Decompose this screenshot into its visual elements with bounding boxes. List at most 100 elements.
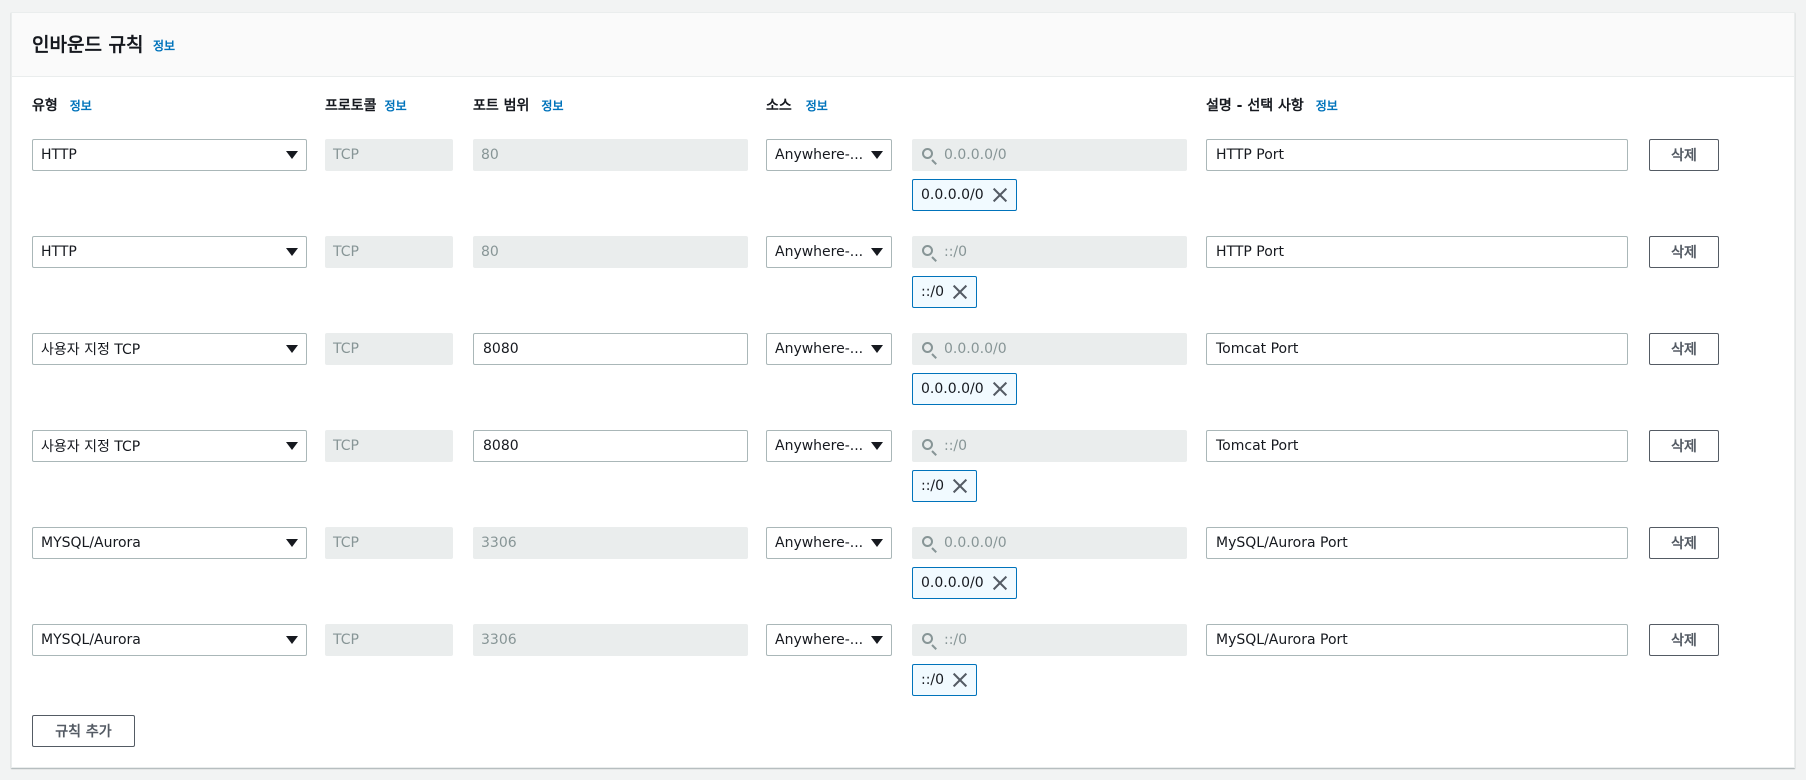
cidr-token-label: 0.0.0.0/0: [921, 575, 984, 591]
caret-down-icon: [286, 248, 298, 256]
description-value: MySQL/Aurora Port: [1216, 535, 1348, 551]
protocol-value: TCP: [333, 341, 359, 357]
port-range-input: 80: [473, 139, 748, 171]
rule-row: 사용자 지정 TCP TCP 8080 Anywhere-... ::/0 ::…: [12, 430, 1794, 527]
port-range-value: 3306: [481, 535, 517, 551]
source-select[interactable]: Anywhere-...: [766, 333, 892, 365]
rule-type-value: HTTP: [41, 147, 77, 163]
caret-down-icon: [871, 442, 883, 450]
column-header-protocol: 프로토콜 정보: [325, 93, 407, 117]
description-value: Tomcat Port: [1216, 341, 1299, 357]
cidr-search-input[interactable]: ::/0: [912, 624, 1187, 656]
rule-row: MYSQL/Aurora TCP 3306 Anywhere-... ::/0 …: [12, 624, 1794, 721]
cidr-token-label: 0.0.0.0/0: [921, 381, 984, 397]
cidr-token-label: 0.0.0.0/0: [921, 187, 984, 203]
add-rule-button[interactable]: 규칙 추가: [32, 715, 135, 747]
column-header-source: 소스 정보: [766, 93, 828, 117]
caret-down-icon: [871, 248, 883, 256]
description-input[interactable]: HTTP Port: [1206, 236, 1628, 268]
rule-type-select[interactable]: HTTP: [32, 139, 307, 171]
rule-type-value: 사용자 지정 TCP: [41, 439, 141, 455]
cidr-token: ::/0: [912, 276, 978, 308]
port-range-input[interactable]: 8080: [473, 430, 748, 462]
rule-type-select[interactable]: 사용자 지정 TCP: [32, 430, 307, 462]
close-icon[interactable]: [952, 284, 968, 300]
protocol-value: TCP: [333, 632, 359, 648]
description-value: HTTP Port: [1216, 147, 1285, 163]
cidr-token: 0.0.0.0/0: [912, 179, 1017, 211]
description-input[interactable]: MySQL/Aurora Port: [1206, 624, 1628, 656]
protocol-field: TCP: [325, 430, 453, 462]
search-icon: [922, 342, 933, 353]
rule-type-value: 사용자 지정 TCP: [41, 342, 141, 358]
column-label-protocol: 프로토콜: [325, 98, 377, 114]
cidr-search-input[interactable]: ::/0: [912, 430, 1187, 462]
description-input[interactable]: MySQL/Aurora Port: [1206, 527, 1628, 559]
cidr-search-placeholder: 0.0.0.0/0: [944, 147, 1007, 163]
cidr-search-placeholder: 0.0.0.0/0: [944, 535, 1007, 551]
source-select[interactable]: Anywhere-...: [766, 527, 892, 559]
rule-type-select[interactable]: MYSQL/Aurora: [32, 624, 307, 656]
protocol-field: TCP: [325, 624, 453, 656]
close-icon[interactable]: [992, 187, 1008, 203]
column-label-source: 소스: [766, 98, 792, 114]
protocol-value: TCP: [333, 438, 359, 454]
protocol-value: TCP: [333, 535, 359, 551]
delete-rule-button[interactable]: 삭제: [1649, 236, 1719, 268]
search-icon: [922, 148, 933, 159]
port-range-value: 80: [481, 147, 499, 163]
protocol-value: TCP: [333, 147, 359, 163]
protocol-field: TCP: [325, 527, 453, 559]
column-header-description: 설명 - 선택 사항 정보: [1206, 93, 1338, 117]
cidr-search-placeholder: ::/0: [944, 632, 968, 648]
protocol-info-link[interactable]: 정보: [385, 97, 407, 114]
protocol-field: TCP: [325, 333, 453, 365]
cidr-search-input[interactable]: 0.0.0.0/0: [912, 139, 1187, 171]
port-range-value: 8080: [483, 341, 519, 357]
delete-rule-button[interactable]: 삭제: [1649, 139, 1719, 171]
close-icon[interactable]: [952, 672, 968, 688]
type-info-link[interactable]: 정보: [70, 97, 92, 114]
description-input[interactable]: Tomcat Port: [1206, 430, 1628, 462]
rule-type-select[interactable]: 사용자 지정 TCP: [32, 333, 307, 365]
rule-row: HTTP TCP 80 Anywhere-... ::/0 ::/0 HTTP …: [12, 236, 1794, 333]
delete-rule-button[interactable]: 삭제: [1649, 624, 1719, 656]
description-input[interactable]: Tomcat Port: [1206, 333, 1628, 365]
column-label-description: 설명 - 선택 사항: [1206, 98, 1304, 114]
search-icon: [922, 633, 933, 644]
cidr-search-input[interactable]: 0.0.0.0/0: [912, 527, 1187, 559]
delete-rule-button[interactable]: 삭제: [1649, 527, 1719, 559]
delete-rule-button[interactable]: 삭제: [1649, 333, 1719, 365]
panel-info-link[interactable]: 정보: [153, 37, 175, 54]
cidr-search-input[interactable]: 0.0.0.0/0: [912, 333, 1187, 365]
column-header-port-range: 포트 범위 정보: [473, 93, 564, 117]
source-info-link[interactable]: 정보: [806, 97, 828, 114]
port-range-info-link[interactable]: 정보: [541, 97, 563, 114]
source-select[interactable]: Anywhere-...: [766, 236, 892, 268]
close-icon[interactable]: [992, 381, 1008, 397]
description-input[interactable]: HTTP Port: [1206, 139, 1628, 171]
column-label-type: 유형: [32, 98, 58, 114]
caret-down-icon: [286, 539, 298, 547]
cidr-search-input[interactable]: ::/0: [912, 236, 1187, 268]
close-icon[interactable]: [992, 575, 1008, 591]
source-select[interactable]: Anywhere-...: [766, 139, 892, 171]
port-range-input: 3306: [473, 527, 748, 559]
cidr-token: ::/0: [912, 664, 978, 696]
description-info-link[interactable]: 정보: [1316, 97, 1338, 114]
source-select[interactable]: Anywhere-...: [766, 624, 892, 656]
source-select[interactable]: Anywhere-...: [766, 430, 892, 462]
panel-title: 인바운드 규칙: [32, 34, 144, 56]
search-icon: [922, 245, 933, 256]
rule-type-select[interactable]: HTTP: [32, 236, 307, 268]
rule-type-select[interactable]: MYSQL/Aurora: [32, 527, 307, 559]
close-icon[interactable]: [952, 478, 968, 494]
delete-rule-button[interactable]: 삭제: [1649, 430, 1719, 462]
port-range-value: 80: [481, 244, 499, 260]
rule-row: HTTP TCP 80 Anywhere-... 0.0.0.0/0 0.0.0…: [12, 139, 1794, 236]
description-value: Tomcat Port: [1216, 438, 1299, 454]
port-range-input[interactable]: 8080: [473, 333, 748, 365]
cidr-token: ::/0: [912, 470, 978, 502]
caret-down-icon: [286, 345, 298, 353]
inbound-rules-panel: 인바운드 규칙 정보 유형 정보 프로토콜 정보 포트 범위 정보 소스 정보 …: [11, 12, 1795, 768]
